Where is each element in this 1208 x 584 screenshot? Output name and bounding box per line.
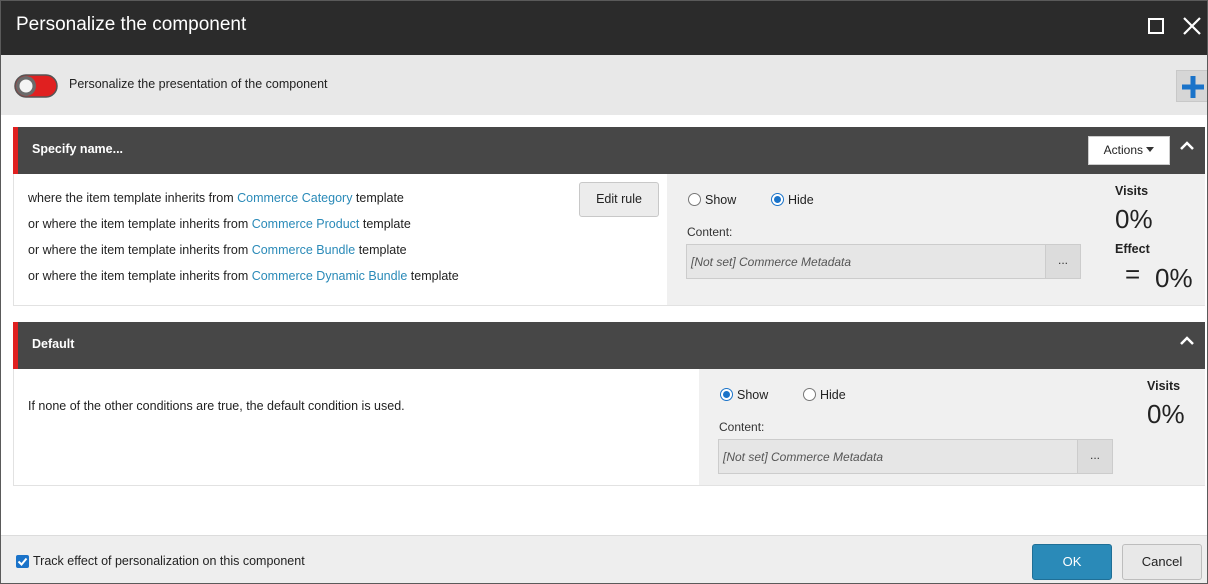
hide-radio[interactable]: Hide xyxy=(803,388,846,402)
condition-line: or where the item template inherits from… xyxy=(28,243,407,257)
condition-text: template xyxy=(407,269,459,283)
condition-text: or where the item template inherits from xyxy=(28,243,252,257)
visits-value: 0% xyxy=(1115,204,1153,234)
actions-dropdown-button[interactable]: Actions xyxy=(1088,136,1170,165)
toggle-switch-icon xyxy=(14,74,58,98)
cancel-button[interactable]: Cancel xyxy=(1122,544,1202,580)
effect-value: 0% xyxy=(1155,263,1193,293)
condition-text: template xyxy=(359,217,411,231)
radio-unchecked-icon xyxy=(803,388,816,401)
rule-header-default: Default xyxy=(13,322,1205,369)
visits-label: Visits xyxy=(1115,184,1149,198)
personalize-toolbar: Personalize the presentation of the comp… xyxy=(1,55,1208,115)
condition-text: or where the item template inherits from xyxy=(28,269,252,283)
plus-icon xyxy=(1182,76,1204,98)
hide-radio-label: Hide xyxy=(788,193,814,207)
effect-symbol: = xyxy=(1125,259,1141,289)
condition-line: where the item template inherits from Co… xyxy=(28,191,404,205)
condition-line: or where the item template inherits from… xyxy=(28,269,459,283)
condition-line: or where the item template inherits from… xyxy=(28,217,411,231)
condition-link[interactable]: Commerce Product xyxy=(252,217,360,231)
rule-action-pane: Show Hide Content: [Not set] Commerce Me… xyxy=(699,369,1205,485)
show-radio[interactable]: Show xyxy=(688,193,736,207)
edit-rule-button[interactable]: Edit rule xyxy=(579,182,659,217)
condition-link[interactable]: Commerce Dynamic Bundle xyxy=(252,269,408,283)
content-value: [Not set] Commerce Metadata xyxy=(723,450,884,464)
rule-body-default: If none of the other conditions are true… xyxy=(13,369,1205,486)
close-icon xyxy=(1183,17,1201,35)
personalize-toggle[interactable] xyxy=(14,74,58,98)
browse-content-button[interactable]: ... xyxy=(1045,245,1080,278)
default-description: If none of the other conditions are true… xyxy=(28,399,405,413)
ok-button[interactable]: OK xyxy=(1032,544,1112,580)
actions-label: Actions xyxy=(1103,143,1143,157)
caret-down-icon xyxy=(1146,147,1155,152)
collapse-rule-button[interactable] xyxy=(1178,137,1196,155)
visits-value: 0% xyxy=(1147,399,1185,429)
content-label: Content: xyxy=(687,225,733,239)
radio-checked-icon xyxy=(720,388,733,401)
maximize-button[interactable] xyxy=(1144,14,1168,38)
condition-link[interactable]: Commerce Bundle xyxy=(252,243,356,257)
content-field[interactable]: [Not set] Commerce Metadata ... xyxy=(686,244,1081,279)
show-radio[interactable]: Show xyxy=(720,388,768,402)
rule-name: Specify name... xyxy=(32,142,124,156)
track-effect-checkbox[interactable] xyxy=(16,555,29,568)
content-label: Content: xyxy=(719,420,765,434)
close-button[interactable] xyxy=(1180,14,1204,38)
show-radio-label: Show xyxy=(705,193,737,207)
add-rule-button[interactable] xyxy=(1176,70,1208,102)
chevron-up-icon xyxy=(1180,141,1194,150)
toggle-label: Personalize the presentation of the comp… xyxy=(69,77,328,91)
rule-action-pane: Show Hide Content: [Not set] Commerce Me… xyxy=(667,174,1205,305)
show-radio-label: Show xyxy=(737,388,769,402)
hide-radio[interactable]: Hide xyxy=(771,193,814,207)
effect-label: Effect xyxy=(1115,242,1150,256)
browse-content-button[interactable]: ... xyxy=(1077,440,1112,473)
condition-link[interactable]: Commerce Category xyxy=(237,191,352,205)
title-bar: Personalize the component xyxy=(0,0,1208,55)
visits-label: Visits xyxy=(1147,379,1181,393)
radio-checked-icon xyxy=(771,193,784,206)
radio-unchecked-icon xyxy=(688,193,701,206)
collapse-rule-button[interactable] xyxy=(1178,332,1196,350)
maximize-icon xyxy=(1148,18,1164,34)
dialog-title: Personalize the component xyxy=(16,14,247,35)
condition-text: where the item template inherits from xyxy=(28,191,238,205)
track-effect-label[interactable]: Track effect of personalization on this … xyxy=(33,554,305,568)
rule-name: Default xyxy=(32,337,75,351)
condition-text: or where the item template inherits from xyxy=(28,217,252,231)
rule-body-specify-name: where the item template inherits from Co… xyxy=(13,174,1205,306)
content-field[interactable]: [Not set] Commerce Metadata ... xyxy=(718,439,1113,474)
hide-radio-label: Hide xyxy=(820,388,846,402)
content-value: [Not set] Commerce Metadata xyxy=(691,255,852,269)
condition-text: template xyxy=(355,243,407,257)
rule-header-specify-name: Specify name... Actions xyxy=(13,127,1205,174)
chevron-up-icon xyxy=(1180,336,1194,345)
condition-text: template xyxy=(352,191,404,205)
dialog-footer: Track effect of personalization on this … xyxy=(1,535,1207,583)
checkbox-checked-icon xyxy=(17,557,28,566)
